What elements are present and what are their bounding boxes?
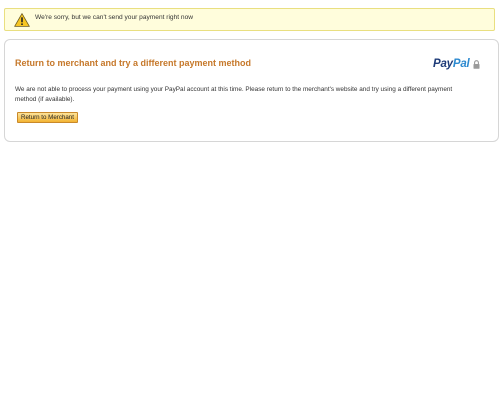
return-to-merchant-button[interactable]: Return to Merchant	[17, 112, 78, 123]
paypal-logo-text-pay: Pay	[433, 58, 453, 70]
return-to-merchant-panel: Return to merchant and try a different p…	[4, 39, 499, 142]
paypal-logo: PayPal	[433, 57, 480, 71]
alert-message: We're sorry, but we can't send your paym…	[35, 14, 194, 21]
panel-body-text: We are not able to process your payment …	[15, 86, 453, 103]
panel-title: Return to merchant and try a different p…	[15, 58, 252, 68]
paypal-logo-text-pal: Pal	[452, 58, 470, 70]
warning-icon	[14, 13, 30, 27]
lock-icon	[473, 59, 480, 69]
paypal-logo-text: PayPal	[433, 58, 470, 70]
error-alert-banner: We're sorry, but we can't send your paym…	[4, 8, 495, 31]
